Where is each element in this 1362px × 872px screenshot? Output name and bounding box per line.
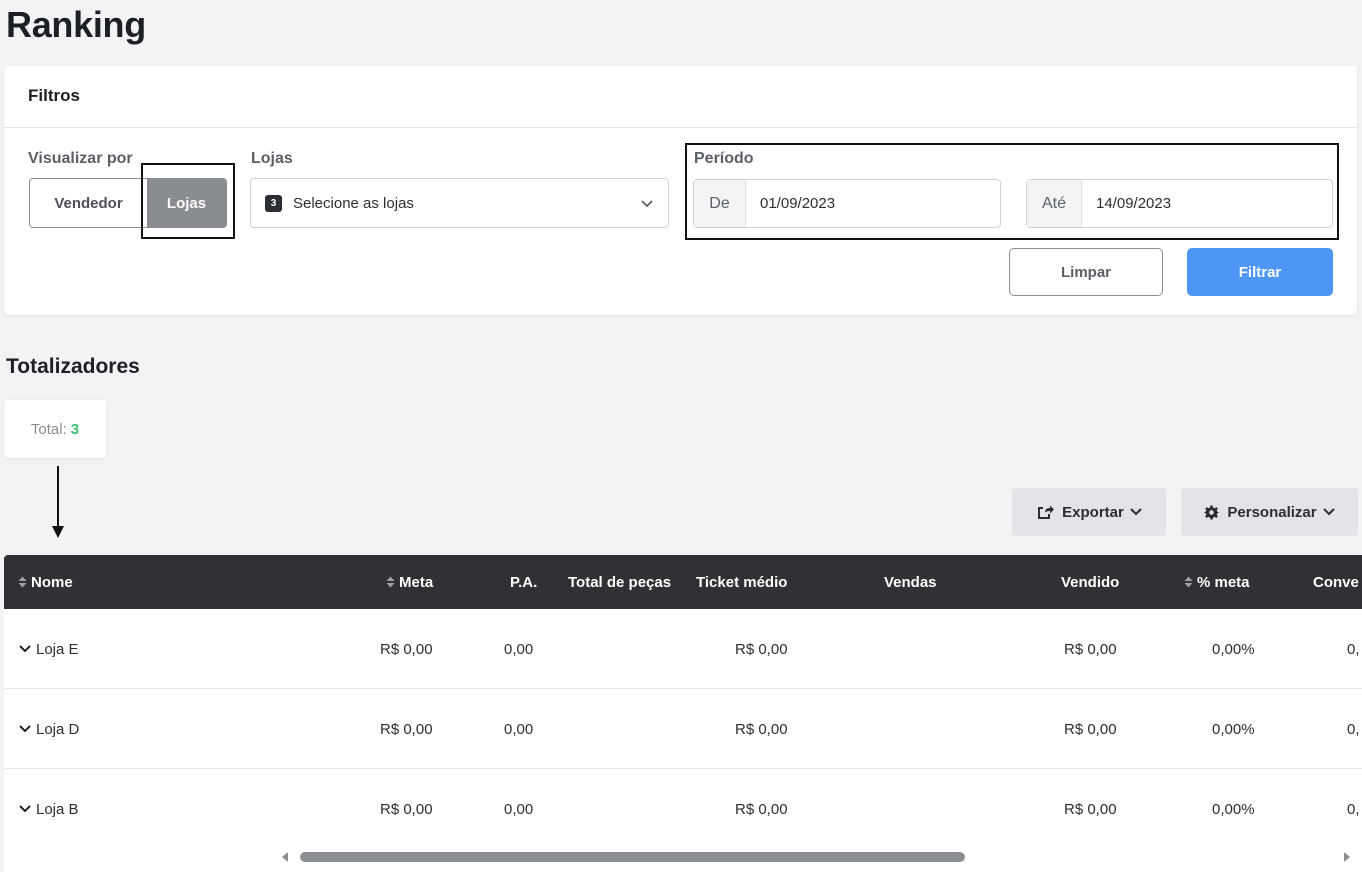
chevron-down-icon	[1322, 508, 1335, 516]
toggle-lojas-button[interactable]: Lojas	[147, 179, 226, 227]
row-name-cell[interactable]: Loja E	[18, 609, 79, 689]
conversao-cell: 0,	[1347, 800, 1360, 818]
column-header-vendas[interactable]: Vendas	[884, 555, 937, 609]
date-to-input[interactable]	[1082, 180, 1332, 227]
total-label: Total:	[30, 420, 67, 438]
scrollbar-thumb[interactable]	[300, 852, 965, 862]
conversao-cell: 0,	[1347, 720, 1360, 738]
ranking-table: Nome Meta P.A. Total de peças Ticket méd…	[4, 555, 1362, 872]
stores-select-placeholder: Selecione as lojas	[293, 194, 414, 212]
date-from-prefix: De	[694, 180, 746, 227]
ticket-cell: R$ 0,00	[735, 800, 788, 818]
column-header-meta[interactable]: Meta	[386, 555, 433, 609]
horizontal-scrollbar[interactable]	[4, 848, 1362, 866]
toggle-vendedor-button[interactable]: Vendedor	[30, 179, 147, 227]
table-header: Nome Meta P.A. Total de peças Ticket méd…	[4, 555, 1362, 609]
table-row: Loja B R$ 0,00 0,00 R$ 0,00 R$ 0,00 0,00…	[4, 769, 1362, 849]
stores-label: Lojas	[251, 150, 293, 167]
chevron-down-icon[interactable]	[18, 722, 32, 736]
column-header-vendido[interactable]: Vendido	[1061, 555, 1119, 609]
chevron-down-icon	[641, 200, 653, 208]
vendido-cell: R$ 0,00	[1064, 800, 1117, 818]
table-row: Loja E R$ 0,00 0,00 R$ 0,00 R$ 0,00 0,00…	[4, 609, 1362, 689]
export-button[interactable]: Exportar	[1012, 488, 1166, 536]
pct-meta-cell: 0,00%	[1212, 640, 1255, 658]
column-header-nome[interactable]: Nome	[18, 555, 73, 609]
chevron-down-icon[interactable]	[18, 802, 32, 816]
total-card: Total: 3	[4, 400, 106, 458]
arrow-right-icon[interactable]	[1344, 852, 1350, 862]
period-label: Período	[694, 150, 754, 167]
sort-icon	[1184, 576, 1193, 588]
gear-icon	[1204, 504, 1220, 520]
pa-cell: 0,00	[504, 640, 534, 658]
row-name-cell[interactable]: Loja B	[18, 769, 79, 849]
annotation-arrow-icon	[52, 466, 64, 538]
conversao-cell: 0,	[1347, 640, 1360, 658]
share-icon	[1038, 505, 1055, 519]
customize-label: Personalizar	[1227, 503, 1317, 521]
column-header-pa[interactable]: P.A.	[510, 555, 537, 609]
ticket-cell: R$ 0,00	[735, 720, 788, 738]
column-header-conversao[interactable]: Conve	[1313, 555, 1359, 609]
table-row: Loja D R$ 0,00 0,00 R$ 0,00 R$ 0,00 0,00…	[4, 689, 1362, 769]
pa-cell: 0,00	[504, 720, 534, 738]
vendido-cell: R$ 0,00	[1064, 720, 1117, 738]
meta-cell: R$ 0,00	[380, 720, 433, 738]
clear-button[interactable]: Limpar	[1009, 248, 1163, 296]
pct-meta-cell: 0,00%	[1212, 800, 1255, 818]
meta-cell: R$ 0,00	[380, 800, 433, 818]
date-from-input[interactable]	[746, 180, 1000, 227]
vendido-cell: R$ 0,00	[1064, 640, 1117, 658]
filter-button[interactable]: Filtrar	[1187, 248, 1333, 296]
page-title: Ranking	[6, 4, 146, 45]
view-by-toggle: Vendedor Lojas	[29, 178, 227, 228]
store-count-badge: 3	[265, 194, 282, 212]
customize-button[interactable]: Personalizar	[1181, 488, 1358, 536]
arrow-left-icon[interactable]	[282, 852, 288, 862]
date-to-prefix: Até	[1027, 180, 1082, 227]
sort-icon	[386, 576, 395, 588]
column-header-total-pecas[interactable]: Total de peças	[568, 555, 671, 609]
column-header-pct-meta[interactable]: % meta	[1184, 555, 1250, 609]
pct-meta-cell: 0,00%	[1212, 720, 1255, 738]
meta-cell: R$ 0,00	[380, 640, 433, 658]
column-header-ticket-medio[interactable]: Ticket médio	[696, 555, 787, 609]
stores-select[interactable]: 3 Selecione as lojas	[250, 178, 669, 228]
view-by-label: Visualizar por	[28, 150, 133, 167]
date-to-field: Até	[1026, 179, 1333, 228]
pa-cell: 0,00	[504, 800, 534, 818]
export-label: Exportar	[1062, 503, 1124, 521]
filters-title: Filtros	[4, 66, 1357, 128]
filters-card: Filtros Visualizar por Vendedor Lojas Lo…	[4, 66, 1357, 315]
ticket-cell: R$ 0,00	[735, 640, 788, 658]
chevron-down-icon[interactable]	[18, 642, 32, 656]
row-name-cell[interactable]: Loja D	[18, 689, 79, 769]
totals-title: Totalizadores	[6, 355, 140, 378]
chevron-down-icon	[1130, 508, 1142, 516]
total-value: 3	[70, 420, 80, 438]
date-from-field: De	[693, 179, 1001, 228]
sort-icon	[18, 576, 27, 588]
